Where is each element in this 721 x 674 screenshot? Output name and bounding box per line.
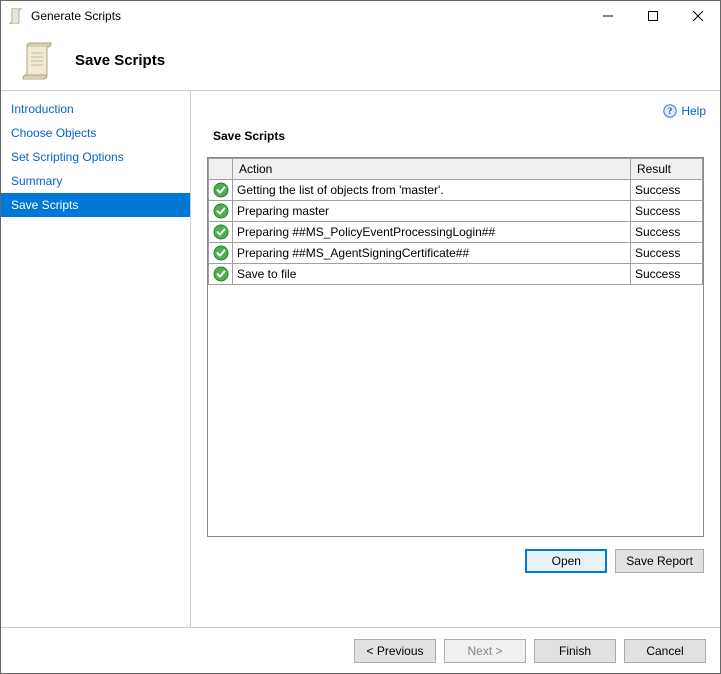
result-cell: Success	[631, 222, 703, 243]
table-row[interactable]: Preparing masterSuccess	[209, 201, 703, 222]
wizard-window: Generate Scripts Sav	[0, 0, 721, 674]
main-panel: ? Help Save Scripts Action	[191, 91, 720, 627]
nav-save-scripts[interactable]: Save Scripts	[1, 193, 190, 217]
help-link[interactable]: ? Help	[663, 104, 706, 118]
nav-choose-objects[interactable]: Choose Objects	[1, 121, 190, 145]
success-icon	[209, 201, 233, 222]
cancel-button[interactable]: Cancel	[624, 639, 706, 663]
finish-button[interactable]: Finish	[534, 639, 616, 663]
success-icon	[209, 243, 233, 264]
page-title: Save Scripts	[75, 52, 165, 69]
action-cell: Preparing master	[233, 201, 631, 222]
close-button[interactable]	[675, 1, 720, 31]
window-title: Generate Scripts	[31, 9, 585, 23]
maximize-button[interactable]	[630, 1, 675, 31]
table-row[interactable]: Preparing ##MS_PolicyEventProcessingLogi…	[209, 222, 703, 243]
help-icon: ?	[663, 104, 677, 118]
nav-introduction[interactable]: Introduction	[1, 97, 190, 121]
action-cell: Preparing ##MS_AgentSigningCertificate##	[233, 243, 631, 264]
success-icon	[209, 264, 233, 285]
titlebar: Generate Scripts	[1, 1, 720, 31]
header-band: Save Scripts	[1, 31, 720, 91]
save-report-button[interactable]: Save Report	[615, 549, 704, 573]
help-label: Help	[681, 104, 706, 118]
result-cell: Success	[631, 201, 703, 222]
col-action: Action	[233, 159, 631, 180]
open-button[interactable]: Open	[525, 549, 607, 573]
body: Introduction Choose Objects Set Scriptin…	[1, 91, 720, 627]
minimize-button[interactable]	[585, 1, 630, 31]
wizard-nav: Introduction Choose Objects Set Scriptin…	[1, 91, 191, 627]
section-title: Save Scripts	[213, 129, 706, 143]
success-icon	[209, 180, 233, 201]
svg-text:?: ?	[668, 106, 673, 116]
action-cell: Getting the list of objects from 'master…	[233, 180, 631, 201]
wizard-footer: < Previous Next > Finish Cancel	[1, 627, 720, 673]
grid-header-row: Action Result	[209, 159, 703, 180]
results-grid[interactable]: Action Result Getting the list of object…	[207, 157, 704, 537]
table-row[interactable]: Getting the list of objects from 'master…	[209, 180, 703, 201]
nav-set-scripting-options[interactable]: Set Scripting Options	[1, 145, 190, 169]
previous-button[interactable]: < Previous	[354, 639, 436, 663]
result-cell: Success	[631, 264, 703, 285]
action-cell: Save to file	[233, 264, 631, 285]
window-controls	[585, 1, 720, 31]
col-result: Result	[631, 159, 703, 180]
result-cell: Success	[631, 180, 703, 201]
result-cell: Success	[631, 243, 703, 264]
action-row: Open Save Report	[205, 549, 706, 573]
col-icon	[209, 159, 233, 180]
next-button[interactable]: Next >	[444, 639, 526, 663]
success-icon	[209, 222, 233, 243]
table-row[interactable]: Save to fileSuccess	[209, 264, 703, 285]
help-row: ? Help	[205, 101, 706, 121]
app-icon	[9, 8, 25, 24]
action-cell: Preparing ##MS_PolicyEventProcessingLogi…	[233, 222, 631, 243]
nav-summary[interactable]: Summary	[1, 169, 190, 193]
table-row[interactable]: Preparing ##MS_AgentSigningCertificate##…	[209, 243, 703, 264]
scroll-icon	[19, 41, 59, 81]
